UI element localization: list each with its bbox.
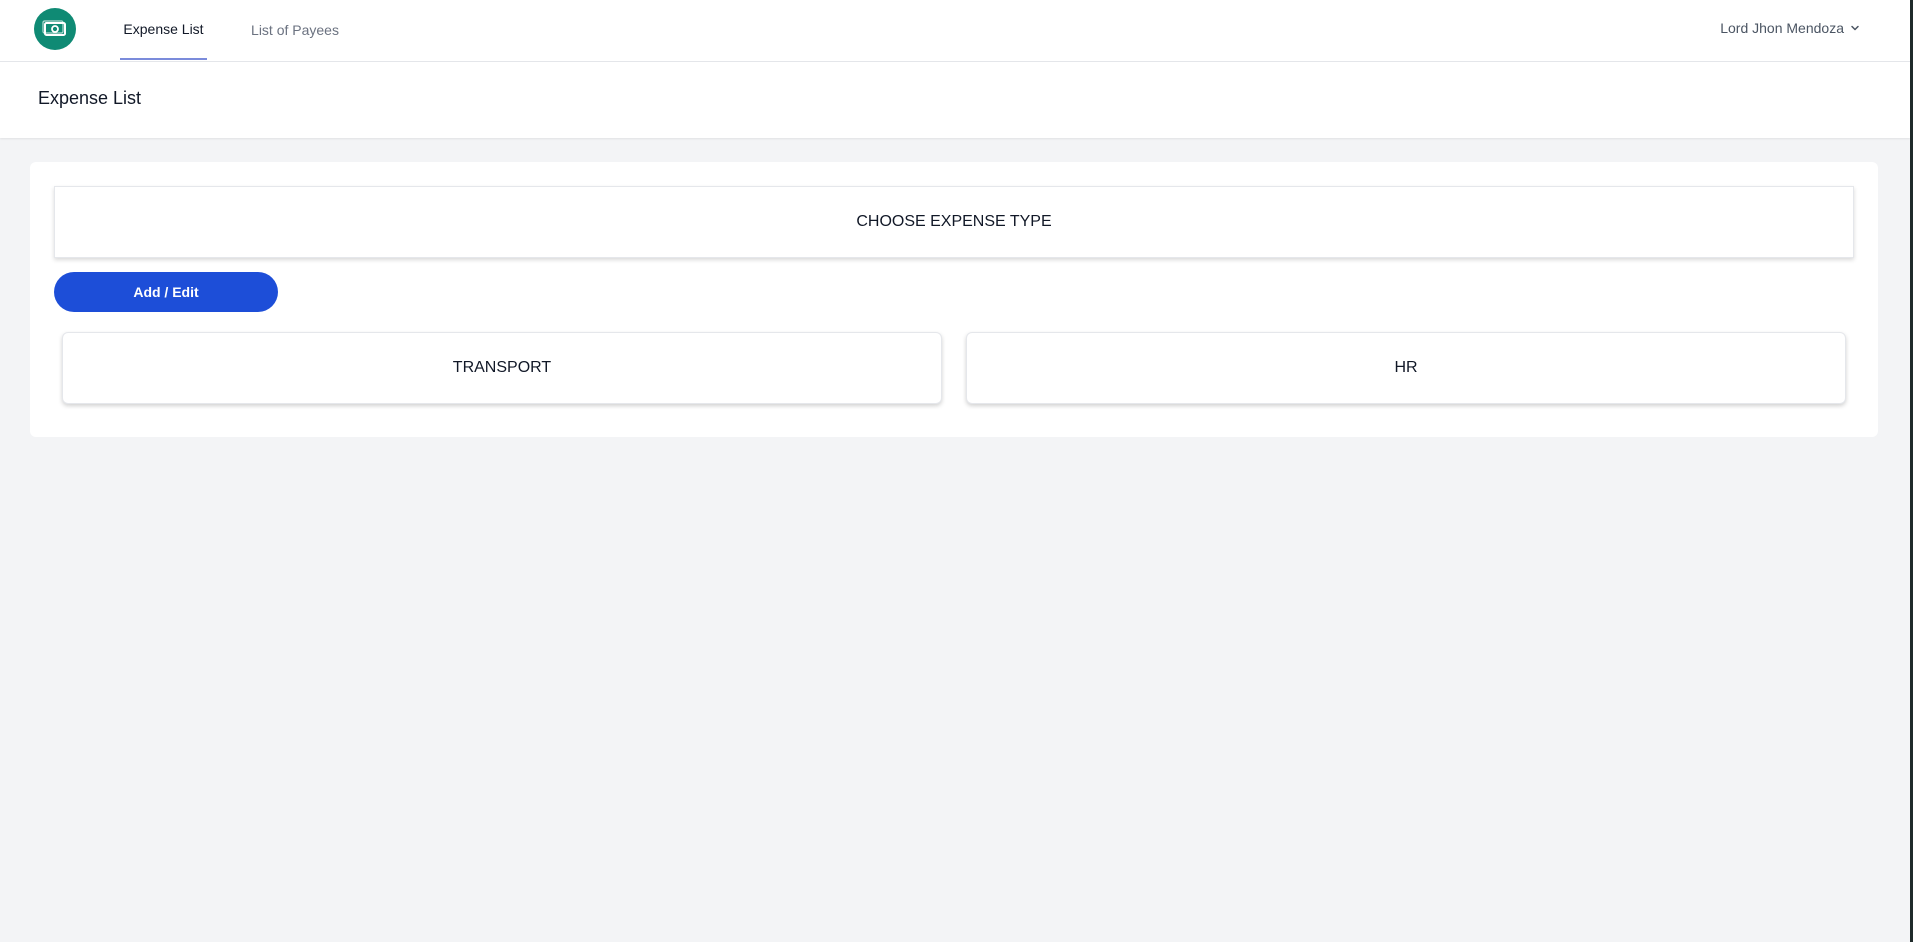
expense-type-card-hr[interactable]: HR [966,332,1846,404]
top-navbar: Expense List List of Payees Lord Jhon Me… [0,0,1910,62]
chevron-down-icon [1851,25,1859,31]
choose-expense-type-bar: CHOOSE EXPENSE TYPE [54,186,1854,258]
expense-panel: CHOOSE EXPENSE TYPE Add / Edit TRANSPORT… [30,162,1878,437]
expense-type-label: HR [1394,359,1418,376]
expense-type-label: TRANSPORT [452,359,552,376]
app-logo[interactable] [34,8,76,50]
money-bill-icon [42,20,66,36]
page-title: Expense List [38,88,142,108]
page-header: Expense List [0,62,1910,138]
expense-type-card-transport[interactable]: TRANSPORT [62,332,942,404]
user-menu[interactable]: Lord Jhon Mendoza [1720,0,1860,56]
choose-expense-type-label: CHOOSE EXPENSE TYPE [856,213,1052,230]
tab-expense-list[interactable]: Expense List [120,0,207,60]
user-name: Lord Jhon Mendoza [1720,20,1844,36]
tab-list-of-payees-label: List of Payees [251,22,339,38]
tab-expense-list-label: Expense List [123,21,204,37]
tab-list-of-payees[interactable]: List of Payees [245,0,345,60]
add-edit-button[interactable]: Add / Edit [54,272,278,312]
